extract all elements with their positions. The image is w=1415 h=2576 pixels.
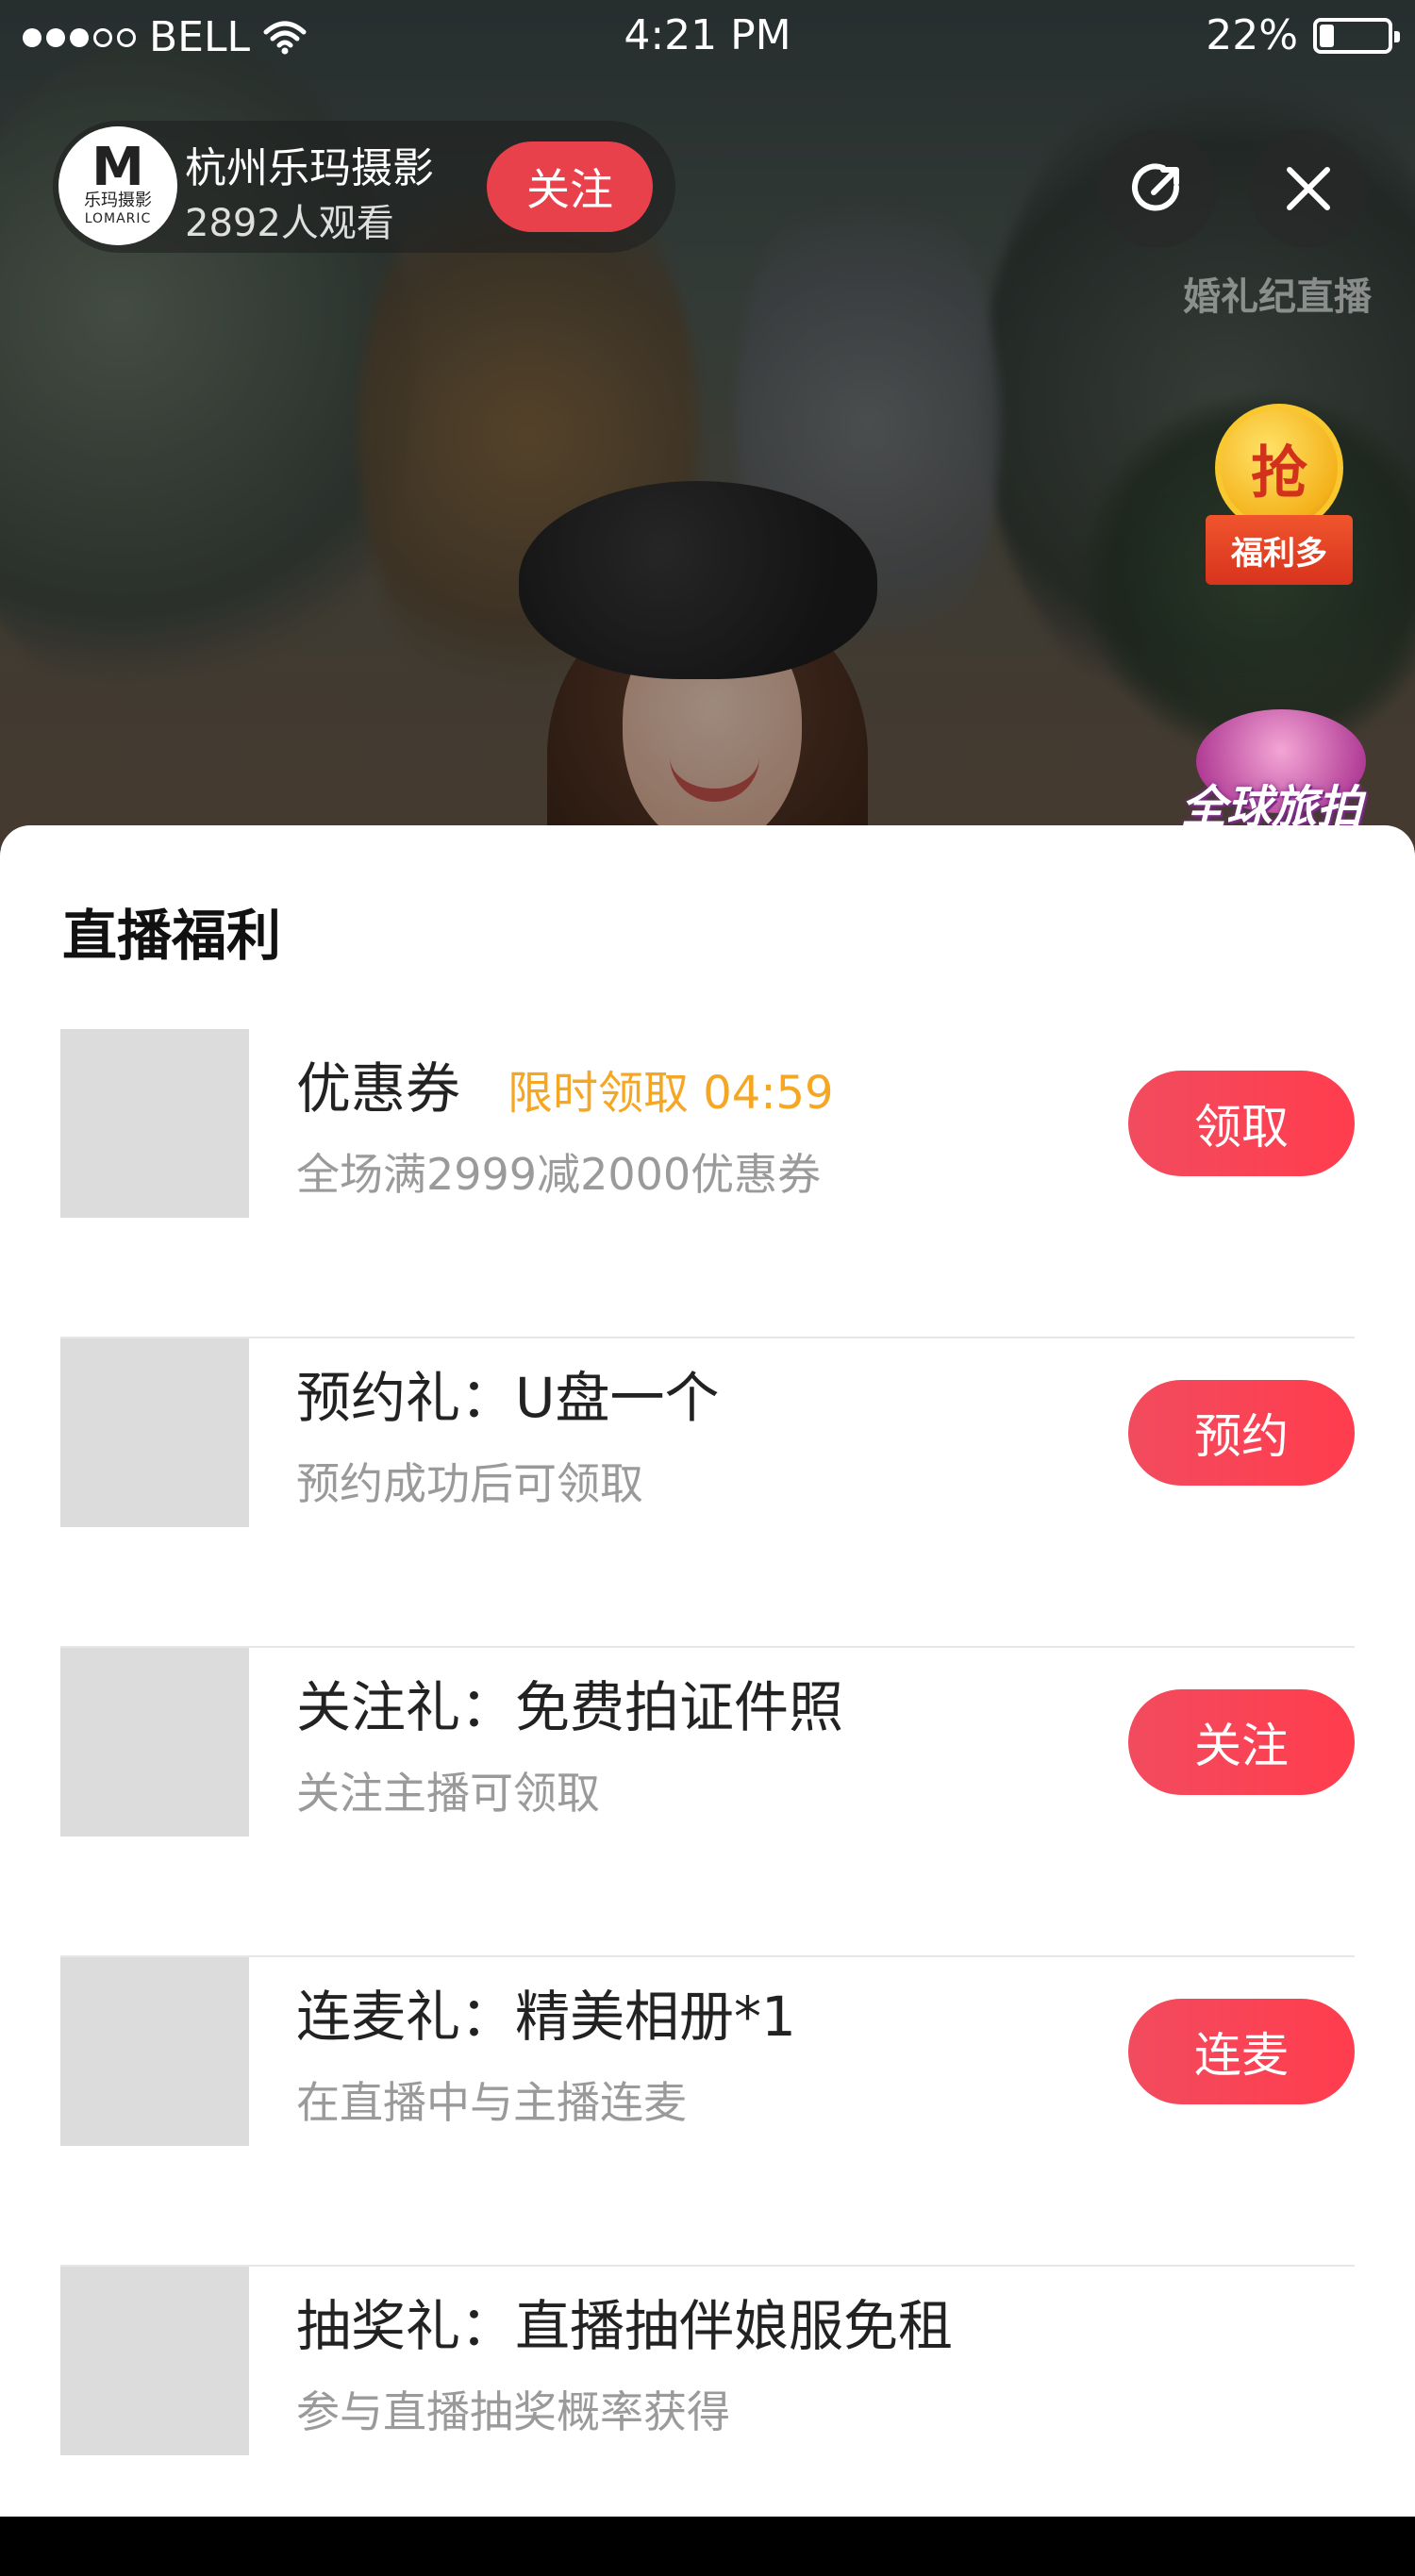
share-button[interactable]	[1098, 129, 1217, 248]
share-icon	[1132, 163, 1180, 211]
follow-button[interactable]: 关注	[1128, 1689, 1355, 1795]
item-title: 连麦礼：精美相册*1	[296, 1985, 796, 2049]
co-stream-button[interactable]: 连麦	[1128, 1999, 1355, 2104]
item-description: 参与直播抽奖概率获得	[296, 2386, 730, 2437]
host-avatar[interactable]: M 乐玛摄影 LOMARIC	[58, 126, 177, 245]
welfare-float-badge[interactable]: 抢 福利多	[1187, 404, 1375, 611]
host-name: 杭州乐玛摄影	[185, 144, 434, 192]
item-title: 预约礼：U盘一个	[296, 1366, 720, 1430]
item-title: 优惠券	[296, 1056, 461, 1121]
welfare-item-reservation: 预约礼：U盘一个 预约成功后可领取 预约	[60, 1338, 1355, 1648]
avatar-logo-line1: 乐玛摄影	[84, 191, 152, 210]
viewer-count: 2892人观看	[185, 202, 394, 245]
battery-icon	[1313, 17, 1400, 54]
close-icon	[1287, 167, 1330, 210]
welfare-badge-label: 福利多	[1206, 515, 1353, 585]
status-right: 22%	[1206, 11, 1400, 59]
item-thumbnail	[60, 1338, 249, 1527]
live-welfare-sheet: 直播福利 优惠券 限时领取 04:59 全场满2999减2000优惠券 领取 预…	[0, 825, 1415, 2517]
item-description: 预约成功后可领取	[296, 1458, 643, 1509]
battery-percent: 22%	[1206, 11, 1298, 59]
item-title: 抽奖礼：直播抽伴娘服免租	[296, 2294, 954, 2358]
grab-coin-icon: 抢	[1215, 404, 1343, 532]
follow-host-button[interactable]: 关注	[487, 141, 653, 232]
item-thumbnail	[60, 1957, 249, 2146]
status-bar: BELL 4:21 PM 22%	[0, 0, 1415, 75]
welfare-item-coupon: 优惠券 限时领取 04:59 全场满2999减2000优惠券 领取	[60, 1029, 1355, 1338]
welfare-item-co-stream: 连麦礼：精美相册*1 在直播中与主播连麦 连麦	[60, 1957, 1355, 2267]
global-travel-badge[interactable]: 全球旅拍	[1158, 709, 1385, 841]
item-title: 关注礼：免费拍证件照	[296, 1675, 844, 1739]
item-description: 关注主播可领取	[296, 1768, 600, 1819]
welfare-item-follow: 关注礼：免费拍证件照 关注主播可领取 关注	[60, 1648, 1355, 1957]
item-thumbnail	[60, 1029, 249, 1218]
item-thumbnail	[60, 2267, 249, 2455]
platform-watermark: 婚礼纪直播	[1183, 275, 1372, 319]
limited-time-badge: 限时领取 04:59	[508, 1067, 834, 1120]
reserve-button[interactable]: 预约	[1128, 1380, 1355, 1486]
close-button[interactable]	[1249, 129, 1368, 248]
claim-coupon-button[interactable]: 领取	[1128, 1071, 1355, 1176]
sheet-title: 直播福利	[62, 904, 282, 968]
item-description: 全场满2999减2000优惠券	[296, 1149, 822, 1200]
item-thumbnail	[60, 1648, 249, 1836]
welfare-item-lottery: 抽奖礼：直播抽伴娘服免租 参与直播抽奖概率获得	[60, 2267, 1355, 2576]
status-time: 4:21 PM	[624, 11, 791, 59]
item-description: 在直播中与主播连麦	[296, 2077, 687, 2128]
avatar-logo-letter: M	[92, 137, 144, 198]
host-info-chip[interactable]: M 乐玛摄影 LOMARIC 杭州乐玛摄影 2892人观看 关注	[53, 121, 675, 253]
battery-fill	[1320, 24, 1334, 47]
avatar-logo-line2: LOMARIC	[84, 211, 152, 226]
